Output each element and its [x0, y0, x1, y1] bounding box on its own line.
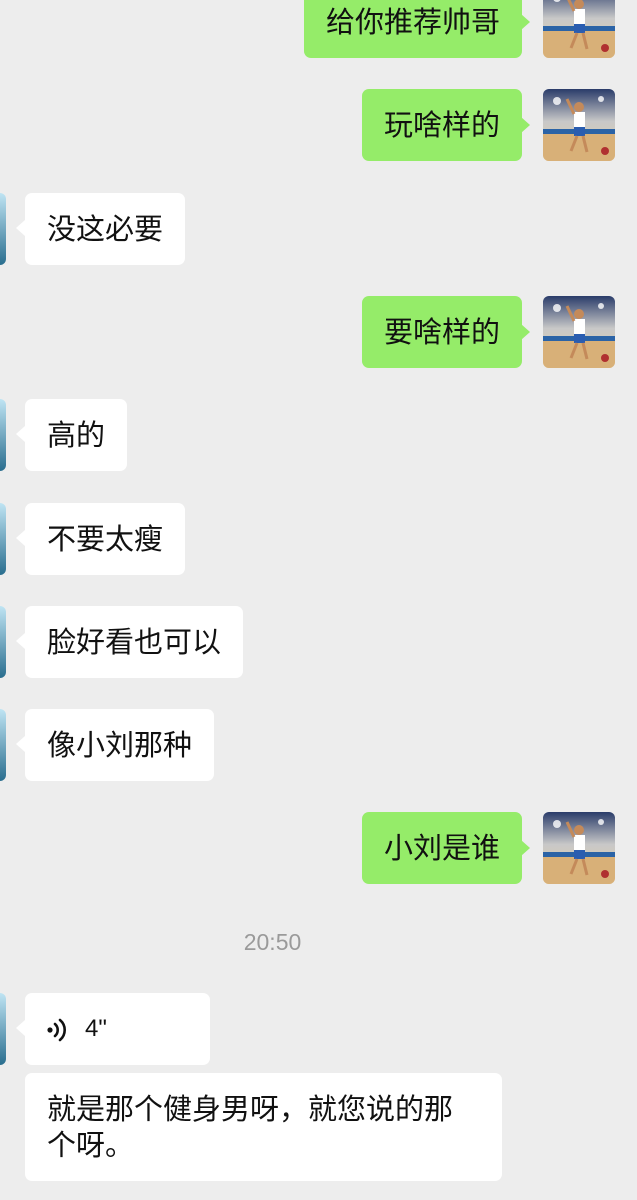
- message-text: 像小刘那种: [47, 728, 193, 762]
- message-text: 不要太瘦: [47, 522, 164, 556]
- message-text: 小刘是谁: [384, 831, 501, 865]
- contact-avatar[interactable]: [0, 503, 6, 575]
- contact-avatar[interactable]: [0, 193, 6, 265]
- basketball-player-avatar[interactable]: [543, 296, 615, 368]
- message-bubble-incoming[interactable]: 没这必要: [25, 193, 186, 265]
- chat-area: 给你推荐帅哥 玩啥样的 没这必要 要啥样的 高的 不要太瘦 脸好看也可以 像小刘…: [0, 0, 637, 1200]
- message-text: 高的: [47, 418, 106, 452]
- message-text: 没这必要: [47, 212, 164, 246]
- voice-duration: 4": [85, 1015, 107, 1042]
- bubble-tail: [16, 220, 25, 236]
- voice-message-bubble[interactable]: 4": [25, 993, 210, 1065]
- bubble-tail: [16, 736, 25, 752]
- message-bubble-incoming[interactable]: 脸好看也可以: [25, 606, 244, 678]
- basketball-player-avatar[interactable]: [543, 89, 615, 161]
- contact-avatar[interactable]: [0, 606, 6, 678]
- message-bubble-outgoing[interactable]: 给你推荐帅哥: [304, 0, 523, 58]
- contact-avatar[interactable]: [0, 709, 6, 781]
- message-bubble-incoming[interactable]: 不要太瘦: [25, 503, 186, 575]
- bubble-tail: [16, 426, 25, 442]
- message-text: 玩啥样的: [384, 108, 501, 142]
- bubble-tail: [16, 530, 25, 546]
- message-bubble-outgoing[interactable]: 小刘是谁: [362, 812, 523, 884]
- message-bubble-incoming[interactable]: 高的: [25, 399, 128, 471]
- message-bubble-incoming[interactable]: 就是那个健身男呀，就您说的那个呀。: [25, 1073, 502, 1181]
- message-bubble-outgoing[interactable]: 要啥样的: [362, 296, 523, 368]
- contact-avatar[interactable]: [0, 993, 6, 1065]
- basketball-player-avatar[interactable]: [543, 812, 615, 884]
- message-text: 给你推荐帅哥: [326, 5, 501, 39]
- bubble-tail: [521, 14, 530, 30]
- bubble-tail: [16, 1020, 25, 1036]
- bubble-tail: [16, 633, 25, 649]
- message-text: 要啥样的: [384, 315, 501, 349]
- message-bubble-incoming[interactable]: 像小刘那种: [25, 709, 215, 781]
- voice-wave-icon: [47, 1018, 66, 1042]
- message-bubble-outgoing[interactable]: 玩啥样的: [362, 89, 523, 161]
- message-text: 脸好看也可以: [47, 625, 222, 659]
- message-text: 就是那个健身男呀，就您说的那个呀。: [47, 1092, 454, 1162]
- bubble-tail: [521, 324, 530, 340]
- timestamp-divider: 20:50: [243, 929, 302, 955]
- bubble-tail: [521, 117, 530, 133]
- contact-avatar[interactable]: [0, 399, 6, 471]
- basketball-player-avatar[interactable]: [543, 0, 615, 58]
- bubble-tail: [521, 840, 530, 856]
